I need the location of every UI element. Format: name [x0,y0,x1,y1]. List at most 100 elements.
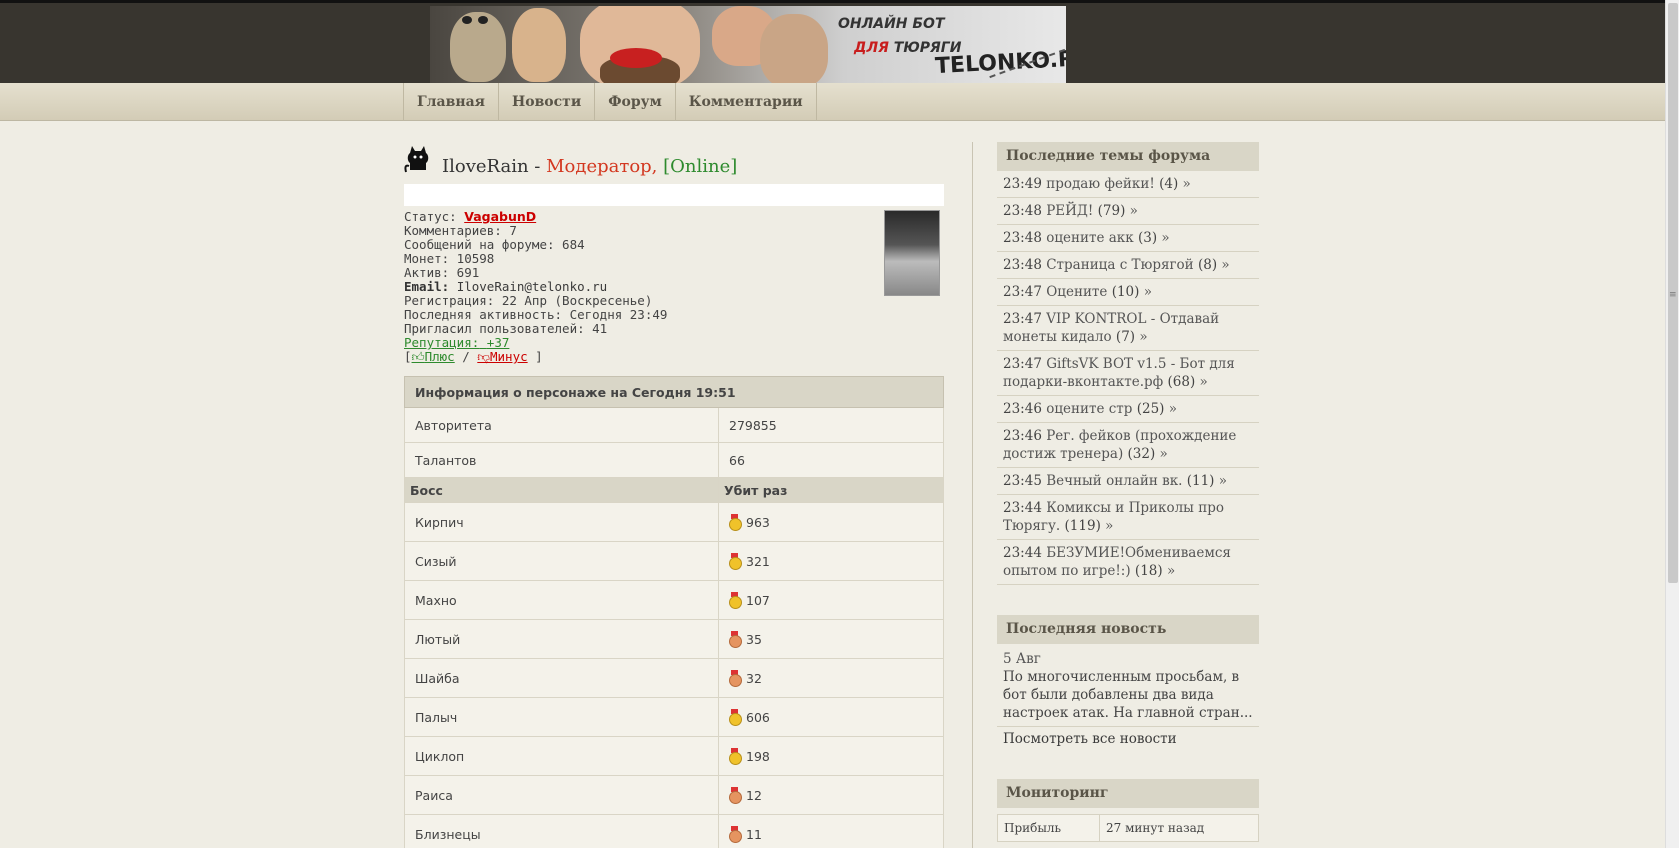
vote-bracket-open: [ [404,349,412,364]
boss-kills-cell: 12 [718,775,944,815]
boss-kills-cell: 107 [718,580,944,620]
character-table-caption: Информация о персонаже на Сегодня 19:51 [404,376,944,408]
banner-tagline-highlight: ДЛЯ [854,40,889,56]
topic-time: 23:49 [1003,176,1042,192]
forum-topic-item: 23:48 РЕЙД! (79) » [997,198,1259,225]
nav-item-comments[interactable]: Комментарии [674,83,817,121]
site-header: ОНЛАЙН БОТ ДЛЯ ТЮРЯГИ TELONKO.RU [0,0,1665,86]
cartoon-face [760,14,828,86]
latest-news: Последняя новость 5 Авг По многочисленны… [997,615,1259,751]
nav-item-news[interactable]: Новости [498,83,594,121]
boss-name: Сизый [404,541,719,581]
boss-kills: 12 [746,788,762,803]
nav-item-forum[interactable]: Форум [594,83,675,121]
profile-role-separator: - [528,156,547,177]
boss-kills: 107 [746,593,770,608]
topic-last-post-link[interactable]: » [1183,176,1191,192]
reputation-value: +37 [486,335,510,350]
topic-reply-count: (7) [1115,329,1136,345]
boss-column-header: Босс [404,477,719,503]
topic-last-post-link[interactable]: » [1130,203,1138,219]
topic-last-post-link[interactable]: » [1144,284,1152,300]
topic-last-post-link[interactable]: » [1221,257,1229,273]
topic-time: 23:47 [1003,356,1042,372]
topic-link[interactable]: оцените акк [1046,230,1133,246]
topic-last-post-link[interactable]: » [1105,518,1113,534]
site-banner[interactable]: ОНЛАЙН БОТ ДЛЯ ТЮРЯГИ TELONKO.RU [430,6,1066,86]
invited-count: Пригласил пользователей: 41 [404,321,608,336]
topic-time: 23:45 [1003,473,1042,489]
monitoring: Мониторинг Прибыль 27 минут назад [997,779,1259,842]
email-link[interactable]: IloveRain@telonko.ru [457,279,608,294]
stat-label: Авторитета [404,407,719,443]
sunglasses-icon [478,16,488,24]
topic-link[interactable]: продаю фейки! [1046,176,1155,192]
topic-last-post-link[interactable]: » [1219,473,1227,489]
profile-banner-bar [404,184,944,206]
topic-link[interactable]: Вечный онлайн вк. [1046,473,1182,489]
topic-last-post-link[interactable]: » [1169,401,1177,417]
boss-kills-cell: 11 [718,814,944,848]
forum-topic-item: 23:48 оцените акк (3) » [997,225,1259,252]
table-row: Шайба 32 [404,658,944,698]
topic-time: 23:47 [1003,284,1042,300]
latest-news-title: Последняя новость [997,615,1259,644]
column-divider [972,142,973,848]
boss-kills-cell: 198 [718,736,944,776]
nav-item-home[interactable]: Главная [403,83,498,121]
topic-last-post-link[interactable]: » [1160,446,1168,462]
stat-value: 66 [718,442,944,478]
topic-reply-count: (32) [1127,446,1156,462]
all-news-link[interactable]: Посмотреть все новости [1003,731,1177,747]
topic-last-post-link[interactable]: » [1167,563,1175,579]
monitor-value: 27 минут назад [1099,814,1259,842]
banner-tagline: ОНЛАЙН БОТ [838,16,945,32]
boss-name: Раиса [404,775,719,815]
forum-topic-item: 23:44 БЕЗУМИЕ!Обмениваемся опытом по игр… [997,540,1259,585]
topic-link[interactable]: РЕЙД! [1046,203,1093,219]
vote-plus-label: Плюс [424,349,455,364]
topic-link[interactable]: Оцените [1046,284,1107,300]
boss-kills: 606 [746,710,770,725]
cartoon-face [512,8,566,82]
reputation-label: Репутация: [404,335,480,350]
topic-link[interactable]: Страница с Тюрягой [1046,257,1193,273]
status-link[interactable]: VagabunD [464,209,536,224]
page-scrollbar[interactable]: ≡ [1665,0,1679,848]
reputation-link[interactable]: Репутация: +37 [404,335,509,350]
boss-kills-cell: 35 [718,619,944,659]
topic-reply-count: (18) [1134,563,1163,579]
topic-time: 23:44 [1003,545,1042,561]
vote-plus-button[interactable]: 👍︎Плюс [412,349,455,364]
stat-value: 279855 [718,407,944,443]
gold-medal-icon [729,553,742,570]
gold-medal-icon [729,709,742,726]
vote-minus-button[interactable]: 👎︎Минус [477,349,527,364]
topic-reply-count: (68) [1167,374,1196,390]
email-row: Email: IloveRain@telonko.ru [404,280,944,294]
topic-last-post-link[interactable]: » [1200,374,1208,390]
boss-kills: 32 [746,671,762,686]
topic-last-post-link[interactable]: » [1139,329,1147,345]
sidebar: Последние темы форума 23:49 продаю фейки… [997,142,1259,842]
forum-topic-item: 23:47 VIP KONTROL - Отдавай монеты кидал… [997,306,1259,351]
boss-name: Махно [404,580,719,620]
news-date-link[interactable]: 5 Авг [1003,651,1041,667]
boss-name: Близнецы [404,814,719,848]
bronze-medal-icon [729,787,742,804]
table-row: Авторитета 279855 [404,407,944,443]
boss-kills: 321 [746,554,770,569]
gold-medal-icon [729,748,742,765]
topic-link[interactable]: оцените стр [1046,401,1132,417]
topic-reply-count: (119) [1064,518,1101,534]
topic-reply-count: (4) [1159,176,1179,192]
forum-topic-item: 23:45 Вечный онлайн вк. (11) » [997,468,1259,495]
email-label: Email: [404,279,450,294]
avatar[interactable] [884,210,940,296]
profile-username: IloveRain [442,156,529,177]
topic-last-post-link[interactable]: » [1161,230,1169,246]
status-row: Статус: VagabunD [404,210,944,224]
topic-reply-count: (8) [1197,257,1218,273]
forum-topic-item: 23:46 Рег. фейков (прохождение достиж тр… [997,423,1259,468]
forum-topic-item: 23:44 Комиксы и Приколы про Тюрягу. (119… [997,495,1259,540]
